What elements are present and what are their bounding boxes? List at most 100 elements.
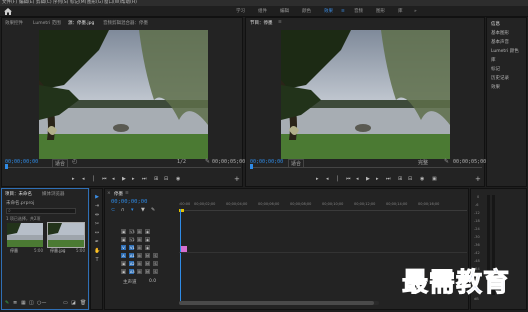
marker-icon[interactable]: │ [92, 176, 95, 182]
ripple-edit-tool-icon[interactable]: ⇹ [94, 212, 100, 218]
play-icon[interactable]: ▶ [366, 176, 370, 182]
panel-markers[interactable]: 标记 [491, 66, 500, 72]
panel-essential-graphics[interactable]: 基本图形 [491, 30, 509, 36]
export-frame-icon[interactable]: ◉ [420, 176, 424, 182]
panel-lumetri-color[interactable]: Lumetri 颜色 [491, 48, 519, 54]
linked-selection-icon[interactable]: ∩ [121, 207, 125, 213]
track-select-tool-icon[interactable]: ⇥ [94, 203, 100, 209]
source-patch-a1[interactable]: A [121, 253, 126, 258]
sync-icon[interactable]: ⊞ [137, 253, 142, 258]
freeform-view-icon[interactable]: ◫ [29, 300, 34, 306]
step-forward-icon[interactable]: ▸ [132, 176, 135, 182]
mark-in-icon[interactable]: ▸ [316, 176, 319, 182]
new-item-icon[interactable]: ◪ [71, 300, 76, 306]
ws-color[interactable]: 颜色 [302, 6, 311, 17]
clip-thumbnail[interactable] [7, 223, 43, 247]
overwrite-icon[interactable]: ⊟ [164, 176, 168, 182]
add-marker-icon[interactable]: ▾ [131, 207, 134, 213]
source-fraction[interactable]: 1/2 [177, 159, 186, 165]
insert-icon[interactable]: ⊞ [154, 176, 158, 182]
timeline-scrollbar[interactable] [179, 301, 379, 305]
lock-icon[interactable]: ▣ [121, 261, 126, 266]
wrench-icon[interactable]: ◴ [72, 158, 77, 165]
tab-lumetri-scopes[interactable]: Lumetri 范围 [33, 20, 61, 26]
razor-tool-icon[interactable]: ✂ [94, 221, 100, 227]
clear-icon[interactable]: 🗑 [80, 300, 86, 306]
marker-flag-icon[interactable]: ▼ [141, 207, 145, 213]
hand-tool-icon[interactable]: ✋ [94, 248, 100, 254]
ws-learn[interactable]: 学习 [236, 6, 245, 17]
master-value[interactable]: 0.0 [149, 279, 156, 284]
ws-assembly[interactable]: 组件 [258, 6, 267, 17]
source-time-ruler[interactable] [5, 167, 241, 168]
tab-media-browser[interactable]: 媒体浏览器 [42, 191, 65, 197]
program-time-ruler[interactable] [250, 167, 482, 168]
program-timecode[interactable]: 00;00;00;00 [250, 159, 283, 165]
go-to-in-icon[interactable]: ⏮ [346, 176, 351, 182]
step-forward-icon[interactable]: ▸ [376, 176, 379, 182]
project-search-input[interactable]: ⌕ [6, 208, 76, 214]
write-protect-icon[interactable]: ✎ [5, 300, 9, 306]
sequence-menu-icon[interactable]: ≡ [125, 191, 129, 196]
program-panel-menu-icon[interactable]: ≡ [278, 20, 282, 25]
lift-icon[interactable]: ⊞ [398, 176, 402, 182]
export-frame-icon[interactable]: ◉ [176, 176, 180, 182]
selection-tool-icon[interactable]: ▶ [94, 194, 100, 200]
home-icon[interactable] [4, 8, 12, 15]
mark-out-icon[interactable]: ◂ [326, 176, 329, 182]
mute-icon[interactable]: M [145, 269, 150, 274]
sync-icon[interactable]: ⊞ [137, 269, 142, 274]
snap-icon[interactable]: ⊂ [111, 207, 115, 213]
panel-info[interactable]: 信息 [491, 21, 500, 27]
solo-icon[interactable]: S [153, 269, 158, 274]
program-resolution-select[interactable]: 完整 [418, 159, 428, 166]
ws-graphics[interactable]: 图形 [376, 6, 385, 17]
solo-icon[interactable]: S [153, 253, 158, 258]
list-view-icon[interactable]: ≣ [13, 300, 17, 306]
eye-icon[interactable]: ◉ [145, 237, 150, 242]
panel-essential-sound[interactable]: 基本声音 [491, 39, 509, 45]
ws-editing[interactable]: 编辑 [280, 6, 289, 17]
sync-icon[interactable]: ⊞ [137, 229, 142, 234]
pen-tool-icon[interactable]: ✒ [94, 239, 100, 245]
sync-icon[interactable]: ⊞ [137, 245, 142, 250]
close-tab-icon[interactable]: × [107, 191, 111, 196]
sync-icon[interactable]: ⊞ [137, 237, 142, 242]
mute-icon[interactable]: M [145, 253, 150, 258]
more-workspaces-icon[interactable]: » [414, 6, 417, 17]
panel-history[interactable]: 历史记录 [491, 75, 509, 81]
tab-program[interactable]: 节目：停墨 [250, 20, 273, 26]
track-v1-label[interactable]: V1 [129, 245, 135, 250]
tab-effect-controls[interactable]: 效果控件 [5, 20, 23, 26]
program-wrench-icon[interactable]: ✎ [444, 158, 449, 165]
track-a1-label[interactable]: A1 [129, 253, 135, 258]
program-playhead[interactable] [250, 164, 253, 169]
solo-icon[interactable]: S [153, 261, 158, 266]
ws-libraries[interactable]: 库 [398, 6, 403, 17]
go-to-in-icon[interactable]: ⏮ [102, 176, 107, 182]
lock-icon[interactable]: ▣ [121, 229, 126, 234]
ws-effects-menu-icon[interactable]: ≡ [341, 6, 345, 17]
type-tool-icon[interactable]: T [94, 257, 100, 263]
mute-icon[interactable]: M [145, 261, 150, 266]
new-bin-icon[interactable]: ▭ [63, 300, 68, 306]
extract-icon[interactable]: ⊟ [408, 176, 412, 182]
video-clip[interactable] [181, 246, 187, 252]
track-a3-label[interactable]: A3 [129, 269, 135, 274]
panel-libraries[interactable]: 库 [491, 57, 496, 63]
timeline-settings-icon[interactable]: ✎ [151, 207, 155, 213]
tab-source[interactable]: 源：停墨.jpg [68, 20, 94, 26]
step-back-icon[interactable]: ◂ [112, 176, 115, 182]
tab-sequence[interactable]: 停墨 [114, 191, 123, 197]
step-back-icon[interactable]: ◂ [356, 176, 359, 182]
marker-icon[interactable]: │ [336, 176, 339, 182]
timeline-timecode[interactable]: 00;00;00;00 [111, 199, 147, 205]
source-playhead[interactable] [5, 164, 8, 169]
source-add-button-icon[interactable]: + [234, 175, 240, 183]
lock-icon[interactable]: ▣ [121, 237, 126, 242]
zoom-slider-icon[interactable]: ○— [37, 300, 46, 306]
mark-in-icon[interactable]: ▸ [72, 176, 75, 182]
compare-view-icon[interactable]: ▣ [432, 176, 437, 182]
source-timecode-in[interactable]: 00;00;00;00 [5, 159, 38, 165]
tab-project[interactable]: 项目：未命名 [5, 191, 32, 197]
